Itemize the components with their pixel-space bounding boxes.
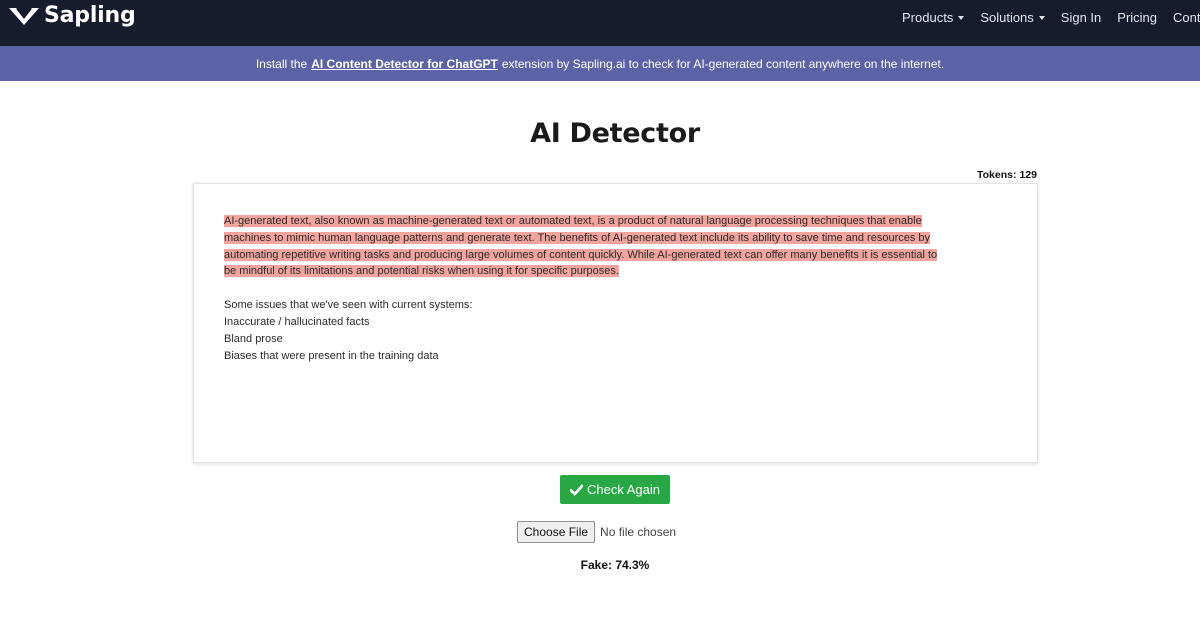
nav-contact[interactable]: Contact: [1173, 10, 1200, 25]
banner-prefix: Install the: [255, 56, 308, 71]
text-input-editor[interactable]: AI-generated text, also known as machine…: [193, 183, 1038, 463]
nav-pricing[interactable]: Pricing: [1117, 10, 1157, 25]
brand-logo-link[interactable]: Sapling: [8, 2, 136, 28]
nav-links: Products Solutions Sign In Pricing Conta…: [902, 10, 1200, 25]
check-again-button[interactable]: Check Again: [560, 475, 670, 504]
chevron-down-icon: [958, 15, 965, 20]
ai-highlighted-line: be mindful of its limitations and potent…: [224, 265, 619, 278]
editor-highlighted-paragraph: AI-generated text, also known as machine…: [224, 213, 1007, 280]
check-again-label: Check Again: [587, 482, 660, 497]
editor-line: Biases that were present in the training…: [224, 349, 439, 362]
fake-score-result: Fake: 74.3%: [580, 558, 650, 572]
brand-name: Sapling: [44, 2, 136, 28]
token-count-value: 129: [1019, 169, 1037, 181]
nav-products[interactable]: Products: [902, 10, 965, 25]
token-count-label: Tokens:: [976, 169, 1017, 181]
nav-solutions[interactable]: Solutions: [980, 10, 1045, 25]
choose-file-button[interactable]: Choose File: [517, 521, 596, 543]
nav-sign-in[interactable]: Sign In: [1061, 10, 1101, 25]
top-navbar: Sapling Products Solutions Sign In Prici…: [0, 0, 1200, 46]
install-extension-banner: Install the AI Content Detector for Chat…: [0, 46, 1200, 81]
editor-line: Inaccurate / hallucinated facts: [224, 315, 370, 328]
ai-highlighted-line: automating repetitive writing tasks and …: [224, 248, 938, 261]
file-upload: Choose File No file chosen: [517, 521, 676, 543]
editor-plain-paragraph: Some issues that we've seen with current…: [224, 297, 1007, 364]
ai-highlighted-line: AI-generated text, also known as machine…: [224, 215, 922, 227]
nav-solutions-label: Solutions: [980, 10, 1034, 25]
page-title: AI Detector: [530, 118, 700, 149]
sapling-logo-icon: [9, 7, 39, 25]
token-count: Tokens: 129: [977, 169, 1037, 181]
checkmark-icon: [570, 483, 583, 496]
editor-line: Some issues that we've seen with current…: [224, 299, 473, 312]
ai-highlighted-line: machines to mimic human language pattern…: [224, 231, 931, 244]
nav-products-label: Products: [902, 10, 954, 25]
banner-suffix: extension by Sapling.ai to check for AI-…: [501, 56, 945, 71]
file-status-text: No file chosen: [600, 525, 677, 539]
chevron-down-icon: [1038, 15, 1045, 20]
chatgpt-extension-link[interactable]: AI Content Detector for ChatGPT: [311, 57, 498, 71]
editor-line: Bland prose: [224, 332, 283, 345]
